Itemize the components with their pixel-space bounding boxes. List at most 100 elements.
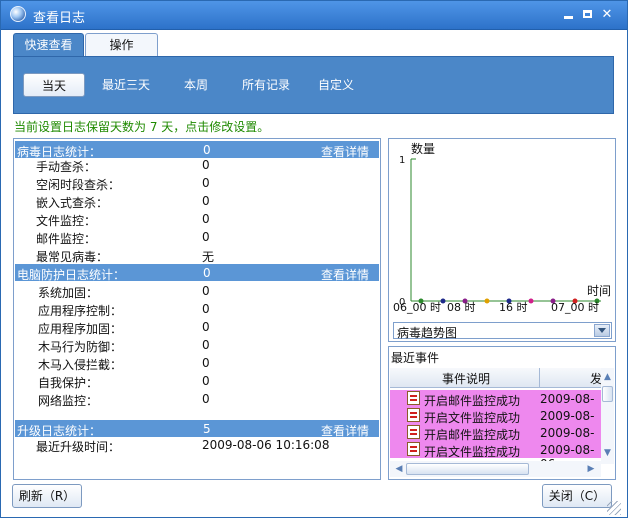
data-point [440,298,446,304]
chevron-left-icon[interactable]: ◀ [394,463,404,475]
stat-row: 网络监控： 0 [14,390,380,408]
stat-value: 0 [202,320,210,334]
close-button[interactable]: 关闭（C） [542,484,612,508]
log-entry-icon [407,408,420,422]
protect-stats-total: 0 [203,266,211,280]
stat-value: 0 [202,230,210,244]
table-row[interactable]: 开启文件监控成功2009-08-06 [390,441,601,464]
chart-ylabel: 数量 [411,141,435,156]
stat-row: 最常见病毒： 无 [14,246,380,264]
stat-label: 应用程序控制： [38,304,123,318]
filter-custom-button[interactable]: 自定义 [312,73,360,97]
log-entry-icon [407,425,420,439]
stat-label: 手动查杀： [36,160,97,174]
stat-row: 自我保护： 0 [14,372,380,390]
table-row[interactable]: 开启文件监控成功2009-08-06 [390,407,601,437]
stat-label: 系统加固： [38,286,99,300]
refresh-button[interactable]: 刷新（R） [12,484,82,508]
data-point [528,298,534,304]
stat-label: 应用程序加固： [38,322,123,336]
stat-label: 最近升级时间： [36,440,121,454]
tab-quick-view[interactable]: 快速查看 [13,33,84,56]
stat-value: 0 [202,338,210,352]
stat-value: 0 [202,212,210,226]
event-description: 开启文件监控成功 [424,445,521,459]
filter-last-3-days-button[interactable]: 最近三天 [94,73,158,97]
stat-value: 2009-08-06 10:16:08 [202,438,330,452]
scroll-thumb[interactable] [406,463,529,475]
log-entry-icon [407,442,420,456]
log-entry-icon [407,391,420,405]
quick-filter-bar: 当天 最近三天 本周 所有记录 自定义 [13,56,614,114]
table-row[interactable]: 开启邮件监控成功2009-08-06 [390,390,601,420]
shield-icon [10,6,26,22]
stat-label: 网络监控： [38,394,99,408]
filter-all-records-button[interactable]: 所有记录 [234,73,298,97]
y-tick-label: 1 [399,155,405,166]
x-tick-label: 08 时 [447,301,476,314]
stat-row: 嵌入式查杀： 0 [14,192,380,210]
maximize-icon [582,10,592,18]
stat-label: 木马入侵拦截： [38,358,123,372]
stat-row: 最近升级时间： 2009-08-06 10:16:08 [14,436,380,454]
filter-today-button[interactable]: 当天 [23,73,85,97]
table-row[interactable]: 开启邮件监控成功2009-08-06 [390,424,601,454]
upgrade-stats-total: 5 [203,422,211,436]
minimize-button[interactable] [561,8,575,22]
x-tick-label: 07_00 时 [551,301,599,314]
protect-details-link[interactable]: 查看详情 [321,266,369,283]
stat-value: 0 [202,356,210,370]
stat-row: 邮件监控： 0 [14,228,380,246]
maximize-button[interactable] [580,8,594,22]
recent-events-title: 最近事件 [391,351,440,365]
protect-stats-header: 电脑防护日志统计： 0 查看详情 [15,264,379,283]
chevron-right-icon[interactable]: ▶ [586,463,596,475]
stat-value: 0 [202,374,210,388]
stat-row: 文件监控： 0 [14,210,380,228]
title-bar[interactable]: 查看日志 ✕ [1,1,627,30]
stat-label: 空闲时段查杀： [36,178,121,192]
chart-xlabel: 时间 [587,284,611,298]
minimize-icon [563,16,573,19]
chevron-down-icon[interactable] [594,324,610,337]
column-header-description[interactable]: 事件说明 [442,370,490,387]
close-icon: ✕ [601,7,613,22]
data-point [484,298,490,304]
protect-stats-title: 电脑防护日志统计： [17,268,126,282]
window-title: 查看日志 [33,11,86,26]
chart-type-select[interactable]: 病毒趋势图 [393,322,612,340]
filter-this-week-button[interactable]: 本周 [174,73,218,97]
scroll-thumb[interactable] [602,386,613,402]
upgrade-stats-header: 升级日志统计： 5 查看详情 [15,420,379,438]
stat-value: 0 [202,194,210,208]
stats-panel: 病毒日志统计： 0 查看详情 手动查杀： 0 空闲时段查杀： 0 嵌入式查杀： 0 文… [13,138,381,480]
log-viewer-window: 查看日志 ✕ 快速查看 操作 当天 最近三天 本周 所有记录 自定义 当前设置日… [0,0,628,518]
events-table: 事件说明 发 开启邮件监控成功2009-08-06 开启文件监控成功2009-0… [390,368,601,464]
stat-row: 木马行为防御： 0 [14,336,380,354]
retention-notice-link[interactable]: 当前设置日志保留天数为 7 天，点击修改设置。 [14,118,269,135]
events-horizontal-scrollbar[interactable]: ◀ ▶ [390,461,601,477]
tab-operations[interactable]: 操作 [85,33,158,56]
resize-grip-icon[interactable] [607,501,621,515]
stat-label: 最常见病毒： [36,250,109,264]
stat-label: 自我保护： [38,376,99,390]
close-window-button[interactable]: ✕ [600,8,614,22]
stat-value: 0 [202,176,210,190]
events-vertical-scrollbar[interactable]: ▲ ▼ [601,368,614,464]
chevron-down-icon[interactable]: ▼ [602,448,613,459]
chevron-up-icon[interactable]: ▲ [602,372,613,383]
stat-row: 应用程序加固： 0 [14,318,380,336]
stat-row: 应用程序控制： 0 [14,300,380,318]
column-header-time[interactable]: 发 [590,370,601,387]
stat-label: 木马行为防御： [38,340,123,354]
x-tick-label: 06_00 时 [393,301,441,314]
events-table-header: 事件说明 发 [390,368,601,388]
stat-row: 空闲时段查杀： 0 [14,174,380,192]
stat-value: 0 [202,302,210,316]
stat-value: 无 [202,250,215,264]
virus-stats-total: 0 [203,143,211,157]
stat-value: 0 [202,158,210,172]
stat-row: 手动查杀： 0 [14,156,380,174]
column-divider[interactable] [539,368,540,387]
trend-chart: 数量 时间 0106_00 时 08 时 16 时 07_00 时 [393,141,611,314]
